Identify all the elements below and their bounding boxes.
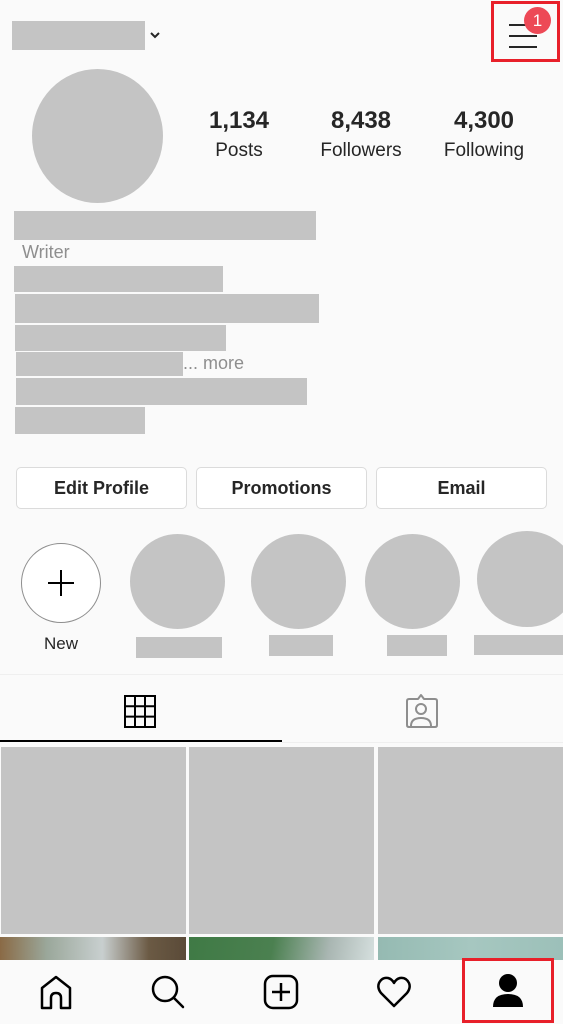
highlight-label-redacted — [387, 635, 447, 656]
bio-line-redacted — [15, 294, 319, 323]
search-icon — [151, 975, 185, 1009]
bio-line-redacted — [14, 266, 223, 292]
nav-home-button[interactable] — [0, 960, 112, 1024]
followers-count: 8,438 — [330, 107, 392, 134]
grid-post[interactable] — [189, 747, 374, 934]
edit-profile-button[interactable]: Edit Profile — [16, 467, 187, 509]
username-redacted[interactable] — [12, 21, 145, 50]
profile-header: 1 — [0, 0, 563, 70]
menu-button[interactable]: 1 — [491, 1, 560, 62]
highlight-label-redacted — [136, 637, 222, 658]
bio-line-redacted — [15, 407, 145, 434]
grid-post[interactable] — [189, 937, 374, 960]
stat-followers[interactable]: 8,438 Followers — [301, 106, 421, 166]
nav-activity-button[interactable] — [338, 960, 450, 1024]
category-label: Writer — [22, 242, 70, 262]
display-name-redacted — [14, 211, 316, 240]
bottom-navigation — [0, 958, 563, 1024]
plus-icon-stroke — [60, 570, 62, 596]
grid-post[interactable] — [378, 747, 563, 934]
bio-line-redacted — [15, 325, 226, 351]
new-highlight-label: New — [43, 634, 78, 653]
heart-icon — [377, 976, 411, 1008]
highlight-label-redacted — [474, 635, 563, 655]
add-post-icon — [263, 974, 299, 1010]
highlight-item[interactable] — [477, 531, 563, 627]
posts-count: 1,134 — [208, 107, 270, 134]
grid-post[interactable] — [1, 747, 186, 934]
notification-badge: 1 — [524, 7, 551, 34]
tab-tagged[interactable] — [282, 675, 563, 743]
nav-profile-button[interactable] — [462, 958, 554, 1023]
chevron-down-icon[interactable] — [148, 28, 162, 42]
followers-label: Followers — [320, 140, 402, 161]
bio-line-redacted — [16, 352, 183, 376]
following-count: 4,300 — [453, 107, 515, 134]
email-button[interactable]: Email — [376, 467, 547, 509]
highlight-label-redacted — [269, 635, 333, 656]
more-link[interactable]: ... more — [183, 353, 244, 374]
highlight-item[interactable] — [365, 534, 460, 629]
nav-search-button[interactable] — [112, 960, 224, 1024]
avatar[interactable] — [32, 69, 163, 203]
bio-line-redacted — [16, 378, 307, 405]
nav-new-post-button[interactable] — [225, 960, 337, 1024]
highlight-item[interactable] — [130, 534, 225, 629]
tagged-person-icon — [406, 694, 438, 728]
tab-divider — [282, 742, 563, 743]
promotions-button[interactable]: Promotions — [196, 467, 367, 509]
highlight-item[interactable] — [251, 534, 346, 629]
following-label: Following — [443, 140, 525, 161]
home-icon — [40, 975, 72, 1010]
content-tabs — [0, 674, 563, 744]
active-tab-indicator — [0, 740, 282, 742]
stat-following[interactable]: 4,300 Following — [424, 106, 544, 166]
hamburger-line — [509, 35, 537, 37]
profile-icon — [493, 973, 523, 1007]
grid-post[interactable] — [0, 937, 186, 960]
tab-grid[interactable] — [0, 675, 282, 743]
hamburger-line — [509, 46, 537, 48]
stat-posts[interactable]: 1,134 Posts — [179, 106, 299, 166]
grid-icon — [124, 695, 156, 728]
new-highlight-button[interactable] — [21, 543, 101, 623]
posts-label: Posts — [215, 140, 263, 161]
grid-post[interactable] — [378, 937, 563, 960]
